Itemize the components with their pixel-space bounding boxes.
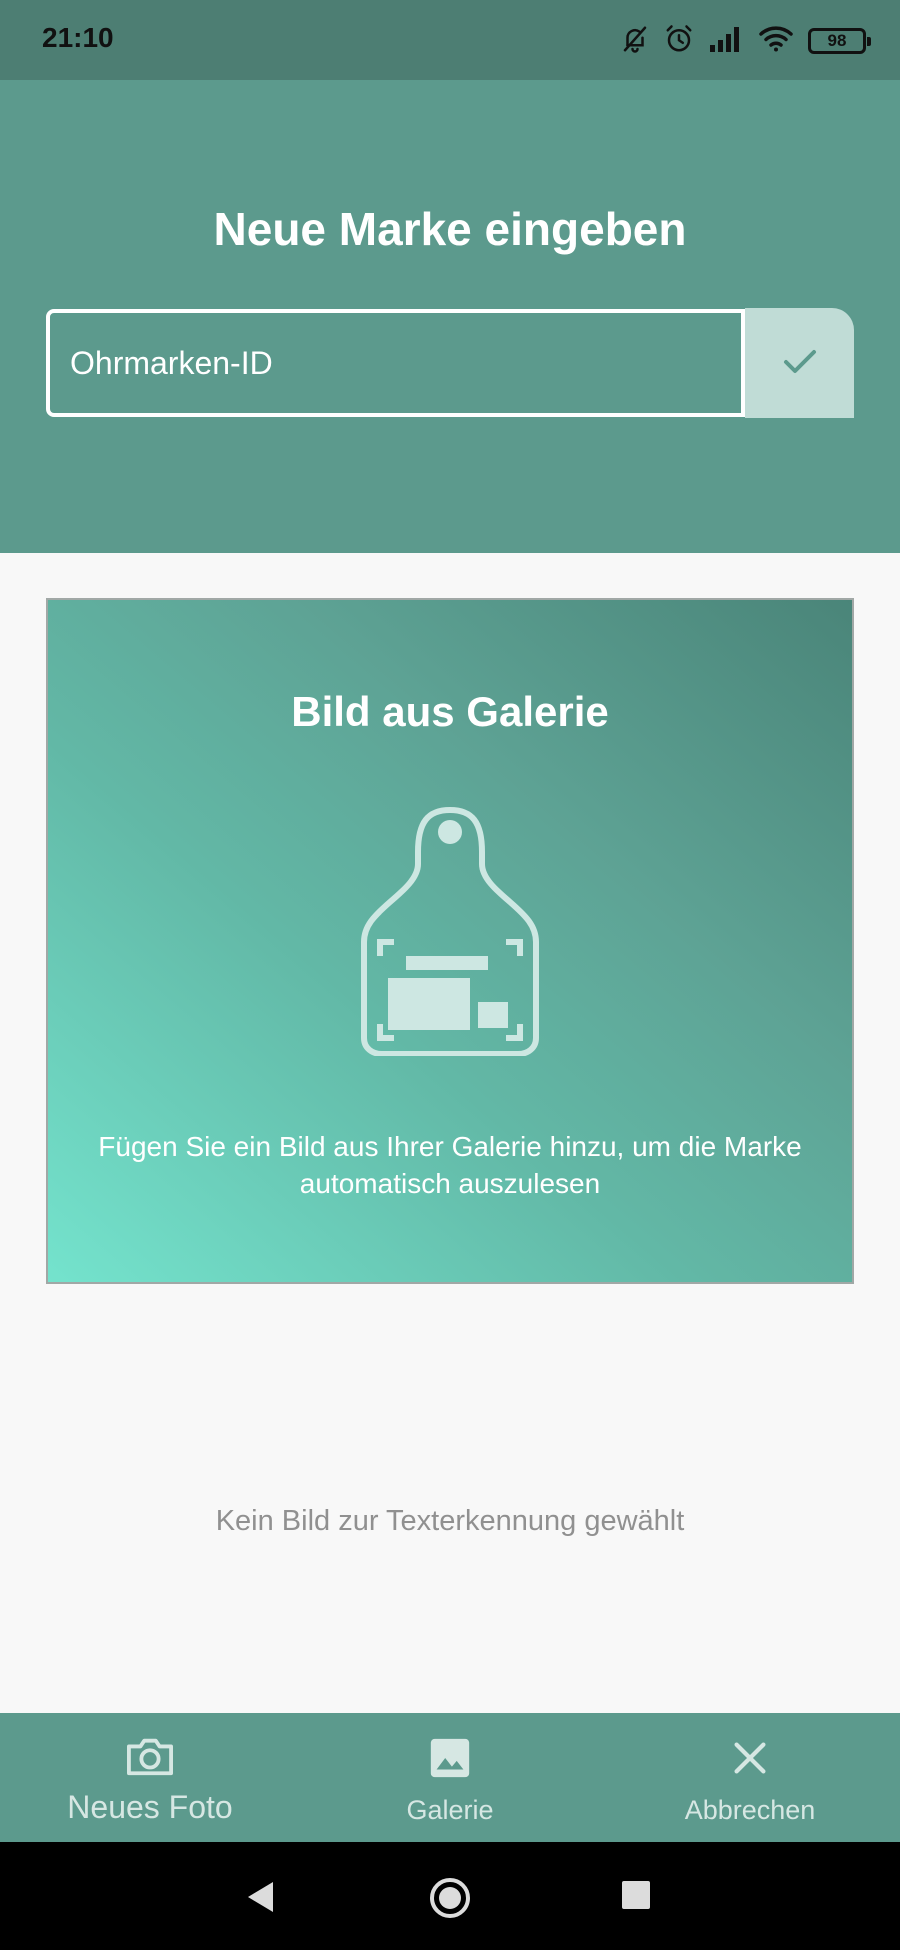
battery-icon: 98 (808, 28, 871, 54)
home-icon[interactable] (429, 1877, 471, 1924)
back-icon[interactable] (245, 1880, 275, 1919)
signal-icon (708, 24, 744, 59)
status-message: Kein Bild zur Texterkennung gewählt (215, 1505, 685, 1537)
close-icon (727, 1735, 773, 1786)
status-icons: 98 (620, 22, 871, 60)
cancel-button[interactable]: Abbrechen (600, 1713, 900, 1842)
nav-label-cancel: Abbrechen (684, 1795, 816, 1825)
gallery-card[interactable]: Bild aus Galerie Fügen Sie ein Bild aus … (46, 598, 854, 1284)
status-time: 21:10 (42, 22, 114, 53)
status-bar: 21:10 98 (0, 0, 900, 80)
bottom-nav: Neues Foto Galerie Abbrechen (0, 1713, 900, 1842)
alarm-icon (664, 24, 694, 59)
system-nav-bar (0, 1842, 900, 1950)
camera-icon (125, 1733, 175, 1784)
confirm-button[interactable] (745, 308, 854, 418)
ear-tag-id-input[interactable] (46, 309, 745, 417)
new-photo-button[interactable]: Neues Foto (0, 1713, 300, 1842)
nav-label-gallery: Galerie (406, 1795, 494, 1825)
header: Neue Marke eingeben (0, 80, 900, 553)
wifi-icon (758, 24, 794, 59)
bell-off-icon (620, 24, 650, 59)
page-title: Neue Marke eingeben (213, 203, 687, 255)
gallery-button[interactable]: Galerie (300, 1713, 600, 1842)
check-icon (776, 337, 824, 390)
gallery-card-title: Bild aus Galerie (291, 688, 609, 735)
gallery-card-description: Fügen Sie ein Bild aus Ihrer Galerie hin… (98, 1131, 802, 1199)
nav-label-new-photo: Neues Foto (67, 1789, 233, 1825)
recents-icon[interactable] (622, 1881, 650, 1914)
ear-tag-scan-icon (360, 806, 540, 1057)
image-icon (427, 1735, 473, 1786)
